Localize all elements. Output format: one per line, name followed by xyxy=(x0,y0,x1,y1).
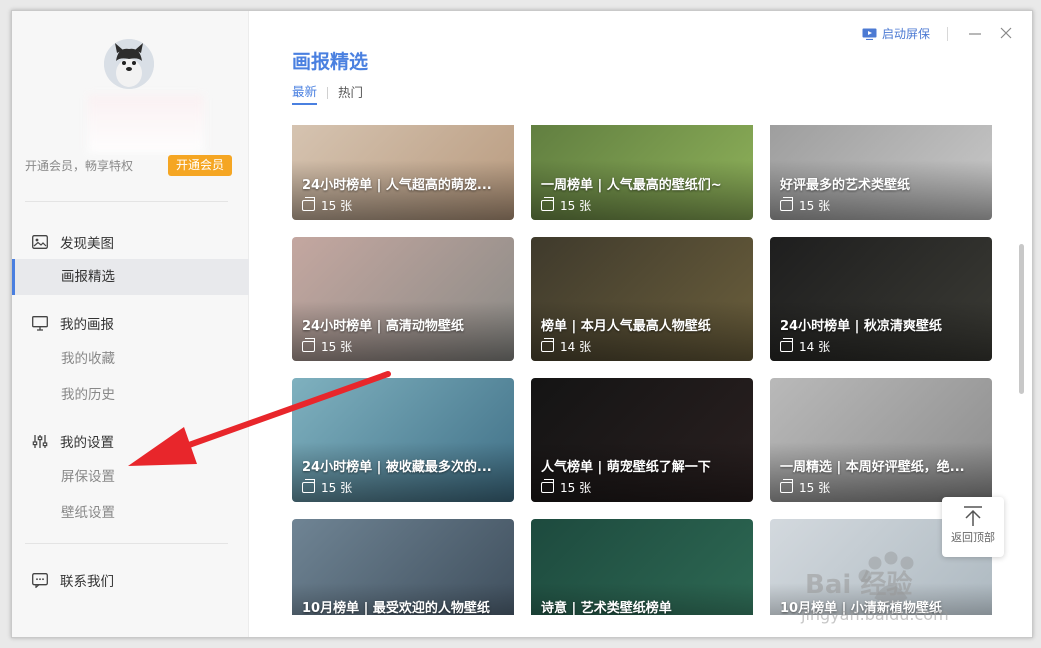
sidebar-item-favorites[interactable]: 我的收藏 xyxy=(12,341,249,377)
poster-card-count: 15 张 xyxy=(302,479,352,496)
poster-card-count-text: 15 张 xyxy=(321,340,353,354)
poster-card-count-text: 14 张 xyxy=(560,340,592,354)
poster-card[interactable]: 24小时榜单 | 高清动物壁纸 15 张 xyxy=(292,237,514,361)
vip-button[interactable]: 开通会员 xyxy=(168,155,232,176)
poster-card-title: 一周精选 | 本周好评壁纸，绝... xyxy=(780,460,965,475)
username-blurred xyxy=(88,95,204,153)
tab-latest[interactable]: 最新 xyxy=(292,81,318,105)
gallery-icon xyxy=(541,338,554,352)
gallery-icon xyxy=(780,338,793,352)
minimize-icon[interactable] xyxy=(967,25,983,41)
poster-card-title: 24小时榜单 | 秋凉清爽壁纸 xyxy=(780,319,942,334)
poster-card[interactable]: 一周榜单 | 人气最高的壁纸们~ 15 张 xyxy=(531,125,753,220)
poster-card-count-text: 15 张 xyxy=(560,199,592,213)
start-screensaver-label: 启动屏保 xyxy=(882,27,931,41)
poster-card-count: 15 张 xyxy=(541,479,591,496)
poster-card-count: 15 张 xyxy=(302,197,352,214)
poster-card-count: 15 张 xyxy=(780,197,830,214)
poster-card-count-text: 15 张 xyxy=(799,481,831,495)
nav-group-label: 我的设置 xyxy=(60,435,114,451)
poster-card[interactable]: 好评最多的艺术类壁纸 15 张 xyxy=(770,125,992,220)
vip-promo-text: 开通会员，畅享特权 xyxy=(25,159,134,173)
gallery-icon xyxy=(302,338,315,352)
poster-card-count-text: 15 张 xyxy=(321,481,353,495)
close-icon[interactable] xyxy=(998,25,1014,41)
poster-card[interactable]: 人气榜单 | 萌宠壁纸了解一下 15 张 xyxy=(531,378,753,502)
divider xyxy=(25,201,228,202)
poster-card-count-text: 14 张 xyxy=(799,340,831,354)
nav-group-settings[interactable]: 我的设置 xyxy=(12,429,249,453)
poster-card-title: 10月榜单 | 最受欢迎的人物壁纸 xyxy=(302,601,490,615)
sidebar-item-featured[interactable]: 画报精选 xyxy=(12,259,249,295)
sidebar: 开通会员，畅享特权 开通会员 发现美图 画报精选 我的画报 我的收藏 我的历史 … xyxy=(12,11,249,637)
poster-card-count: 15 张 xyxy=(302,338,352,355)
poster-card-title: 一周榜单 | 人气最高的壁纸们~ xyxy=(541,178,722,193)
nav-group-contact[interactable]: 联系我们 xyxy=(12,568,249,592)
nav-group-label: 发现美图 xyxy=(60,236,114,252)
poster-card-title: 榜单 | 本月人气最高人物壁纸 xyxy=(541,319,711,334)
poster-card[interactable]: 24小时榜单 | 人气超高的萌宠... 15 张 xyxy=(292,125,514,220)
poster-card-count-text: 15 张 xyxy=(560,481,592,495)
tab-bar: 最新 热门 xyxy=(292,81,363,105)
page-title: 画报精选 xyxy=(292,51,369,73)
poster-card-count: 15 张 xyxy=(780,479,830,496)
nav-group-discover[interactable]: 发现美图 xyxy=(12,230,249,254)
back-to-top-label: 返回顶部 xyxy=(951,531,995,544)
poster-card[interactable]: 诗意 | 艺术类壁纸榜单14 张 xyxy=(531,519,753,615)
gallery-icon xyxy=(541,479,554,493)
poster-card-count: 14 张 xyxy=(541,338,591,355)
back-to-top-button[interactable]: 返回顶部 xyxy=(942,497,1004,557)
chat-icon xyxy=(32,572,48,588)
poster-card[interactable]: 24小时榜单 | 秋凉清爽壁纸 14 张 xyxy=(770,237,992,361)
sidebar-item-history[interactable]: 我的历史 xyxy=(12,377,249,413)
poster-card-count-text: 15 张 xyxy=(321,199,353,213)
tab-separator xyxy=(327,87,329,99)
poster-card-title: 好评最多的艺术类壁纸 xyxy=(780,178,911,193)
titlebar-separator xyxy=(947,27,948,41)
poster-card[interactable]: 24小时榜单 | 被收藏最多次的... 15 张 xyxy=(292,378,514,502)
sidebar-item-screensaver-settings[interactable]: 屏保设置 xyxy=(12,459,249,495)
image-icon xyxy=(32,234,48,250)
gallery-icon xyxy=(541,197,554,211)
gallery-icon xyxy=(302,197,315,211)
nav-group-label: 我的画报 xyxy=(60,317,114,333)
screensaver-icon xyxy=(862,28,877,40)
poster-card-title: 人气榜单 | 萌宠壁纸了解一下 xyxy=(541,460,711,475)
nav-group-my-posters[interactable]: 我的画报 xyxy=(12,311,249,335)
gallery-icon xyxy=(780,479,793,493)
poster-card-count-text: 15 张 xyxy=(799,199,831,213)
avatar[interactable] xyxy=(104,39,154,89)
poster-card-title: 10月榜单 | 小清新植物壁纸 xyxy=(780,601,942,615)
gallery-icon xyxy=(780,197,793,211)
gallery-icon xyxy=(302,479,315,493)
poster-card-title: 24小时榜单 | 被收藏最多次的... xyxy=(302,460,492,475)
app-window: 开通会员，畅享特权 开通会员 发现美图 画报精选 我的画报 我的收藏 我的历史 … xyxy=(11,10,1033,638)
sidebar-item-wallpaper-settings[interactable]: 壁纸设置 xyxy=(12,495,249,531)
poster-card[interactable]: 榜单 | 本月人气最高人物壁纸 14 张 xyxy=(531,237,753,361)
tab-popular[interactable]: 热门 xyxy=(338,82,363,104)
arrow-up-icon xyxy=(942,505,1004,527)
poster-card-title: 24小时榜单 | 高清动物壁纸 xyxy=(302,319,464,334)
sliders-icon xyxy=(32,433,48,449)
monitor-icon xyxy=(32,315,48,331)
start-screensaver-button[interactable]: 启动屏保 xyxy=(862,25,930,42)
divider xyxy=(25,543,228,544)
poster-card-title: 24小时榜单 | 人气超高的萌宠... xyxy=(302,178,492,193)
poster-grid-viewport: 24小时榜单 | 人气超高的萌宠... 15 张 一周榜单 | 人气最高的壁纸们~ 1… xyxy=(282,125,1022,615)
scrollbar-thumb[interactable] xyxy=(1019,244,1024,394)
poster-card[interactable]: 一周精选 | 本周好评壁纸，绝... 15 张 xyxy=(770,378,992,502)
poster-card-count: 14 张 xyxy=(780,338,830,355)
poster-card-title: 诗意 | 艺术类壁纸榜单 xyxy=(541,601,672,615)
poster-card-count: 15 张 xyxy=(541,197,591,214)
poster-card[interactable]: 10月榜单 | 最受欢迎的人物壁纸14 张 xyxy=(292,519,514,615)
nav-group-label: 联系我们 xyxy=(60,574,114,590)
